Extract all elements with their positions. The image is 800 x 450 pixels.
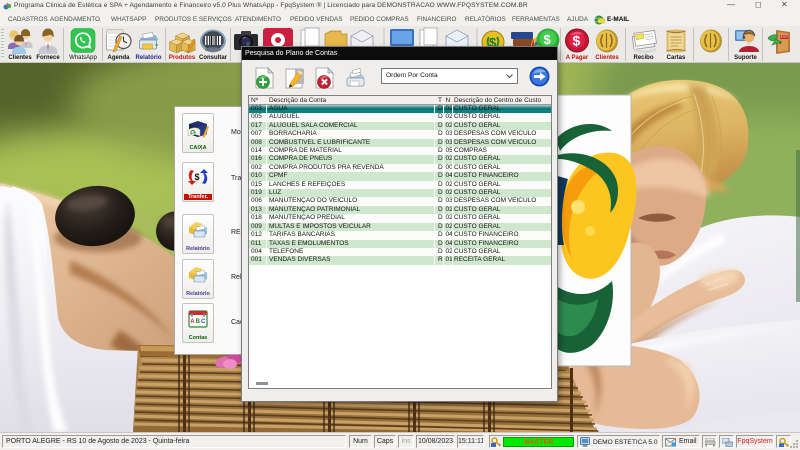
svg-text:$: $ [191, 131, 194, 137]
svg-text:$: $ [195, 172, 200, 182]
svg-text:$: $ [544, 32, 552, 47]
svg-text:B: B [196, 319, 201, 325]
svg-text:C: C [201, 319, 206, 325]
svg-text:$: $ [573, 33, 581, 49]
svg-text:EXIT: EXIT [781, 35, 789, 39]
svg-text:A: A [190, 319, 195, 325]
